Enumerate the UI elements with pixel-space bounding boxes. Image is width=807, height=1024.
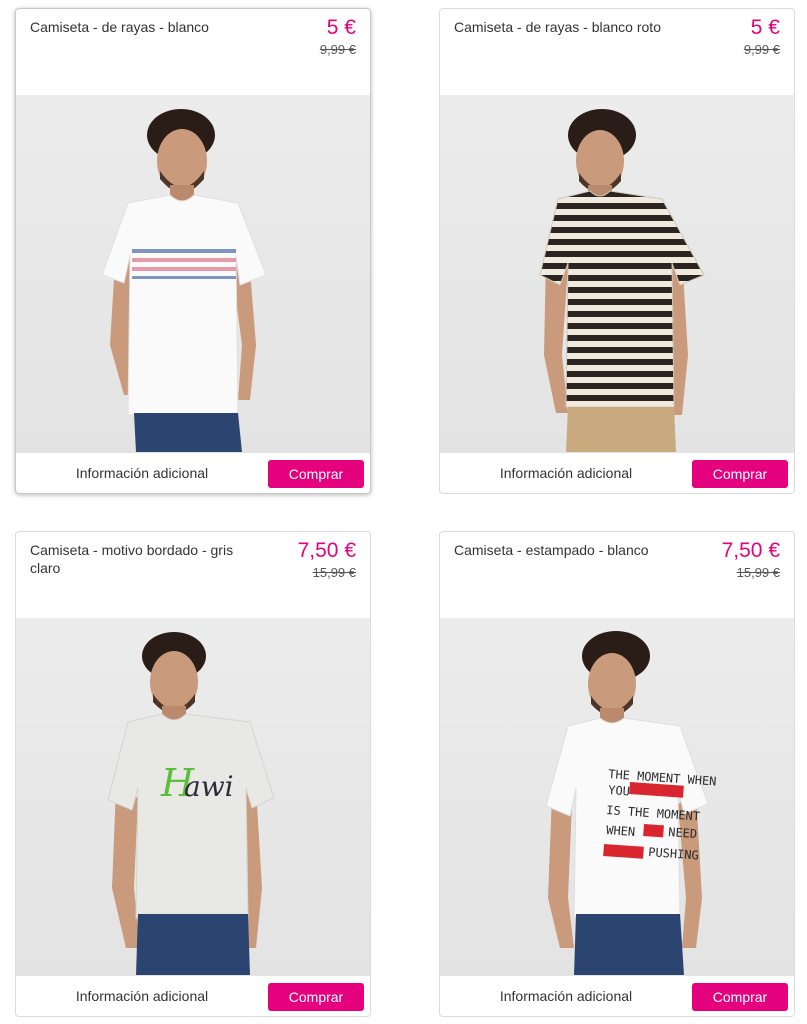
tshirt-printed-white-photo: THE MOMENT WHEN YOU IS THE MOMENT WHEN N…	[545, 631, 717, 975]
product-title[interactable]: Camiseta - de rayas - blanco roto	[454, 18, 674, 36]
product-photo[interactable]	[440, 95, 794, 452]
product-title[interactable]: Camiseta - de rayas - blanco	[30, 18, 250, 36]
product-header: Camiseta - estampado - blanco 7,50 € 15,…	[440, 532, 794, 618]
print-line: NEED	[668, 825, 698, 841]
product-card[interactable]: Camiseta - motivo bordado - gris claro 7…	[15, 531, 371, 1017]
product-photo[interactable]: H awi	[16, 618, 370, 975]
buy-button[interactable]: Comprar	[268, 983, 364, 1011]
product-old-price: 15,99 €	[312, 565, 356, 580]
product-old-price: 9,99 €	[743, 42, 780, 57]
product-card[interactable]: Camiseta - estampado - blanco 7,50 € 15,…	[439, 531, 795, 1017]
product-footer: Información adicional Comprar	[440, 975, 794, 1016]
tshirt-embroidered-grey-photo: H awi	[107, 632, 275, 975]
product-header: Camiseta - de rayas - blanco roto 5 € 9,…	[440, 9, 794, 95]
product-photo[interactable]: THE MOMENT WHEN YOU IS THE MOMENT WHEN N…	[440, 618, 794, 975]
buy-button[interactable]: Comprar	[268, 460, 364, 488]
more-info-link[interactable]: Información adicional	[16, 465, 268, 481]
buy-button[interactable]: Comprar	[692, 983, 788, 1011]
more-info-link[interactable]: Información adicional	[440, 988, 692, 1004]
product-card[interactable]: Camiseta - de rayas - blanco roto 5 € 9,…	[439, 8, 795, 494]
product-old-price: 15,99 €	[736, 565, 780, 580]
product-old-price: 9,99 €	[319, 42, 356, 57]
product-title[interactable]: Camiseta - estampado - blanco	[454, 541, 674, 559]
product-price: 5 €	[326, 16, 356, 39]
product-price: 5 €	[750, 16, 780, 39]
product-price: 7,50 €	[297, 539, 356, 562]
more-info-link[interactable]: Información adicional	[16, 988, 268, 1004]
product-photo[interactable]	[16, 95, 370, 452]
product-header: Camiseta - motivo bordado - gris claro 7…	[16, 532, 370, 618]
product-footer: Información adicional Comprar	[16, 452, 370, 493]
tshirt-black-stripes-photo	[539, 109, 705, 452]
hawi-print-text: awi	[184, 770, 234, 803]
print-line: WHEN	[606, 823, 636, 839]
product-title[interactable]: Camiseta - motivo bordado - gris claro	[30, 541, 250, 577]
print-line: YOU	[608, 783, 631, 798]
more-info-link[interactable]: Información adicional	[440, 465, 692, 481]
buy-button[interactable]: Comprar	[692, 460, 788, 488]
product-header: Camiseta - de rayas - blanco 5 € 9,99 €	[16, 9, 370, 95]
product-footer: Información adicional Comprar	[440, 452, 794, 493]
product-card[interactable]: Camiseta - de rayas - blanco 5 € 9,99 €	[15, 8, 371, 494]
tshirt-white-stripes-photo	[101, 109, 267, 452]
product-footer: Información adicional Comprar	[16, 975, 370, 1016]
product-price: 7,50 €	[721, 539, 780, 562]
